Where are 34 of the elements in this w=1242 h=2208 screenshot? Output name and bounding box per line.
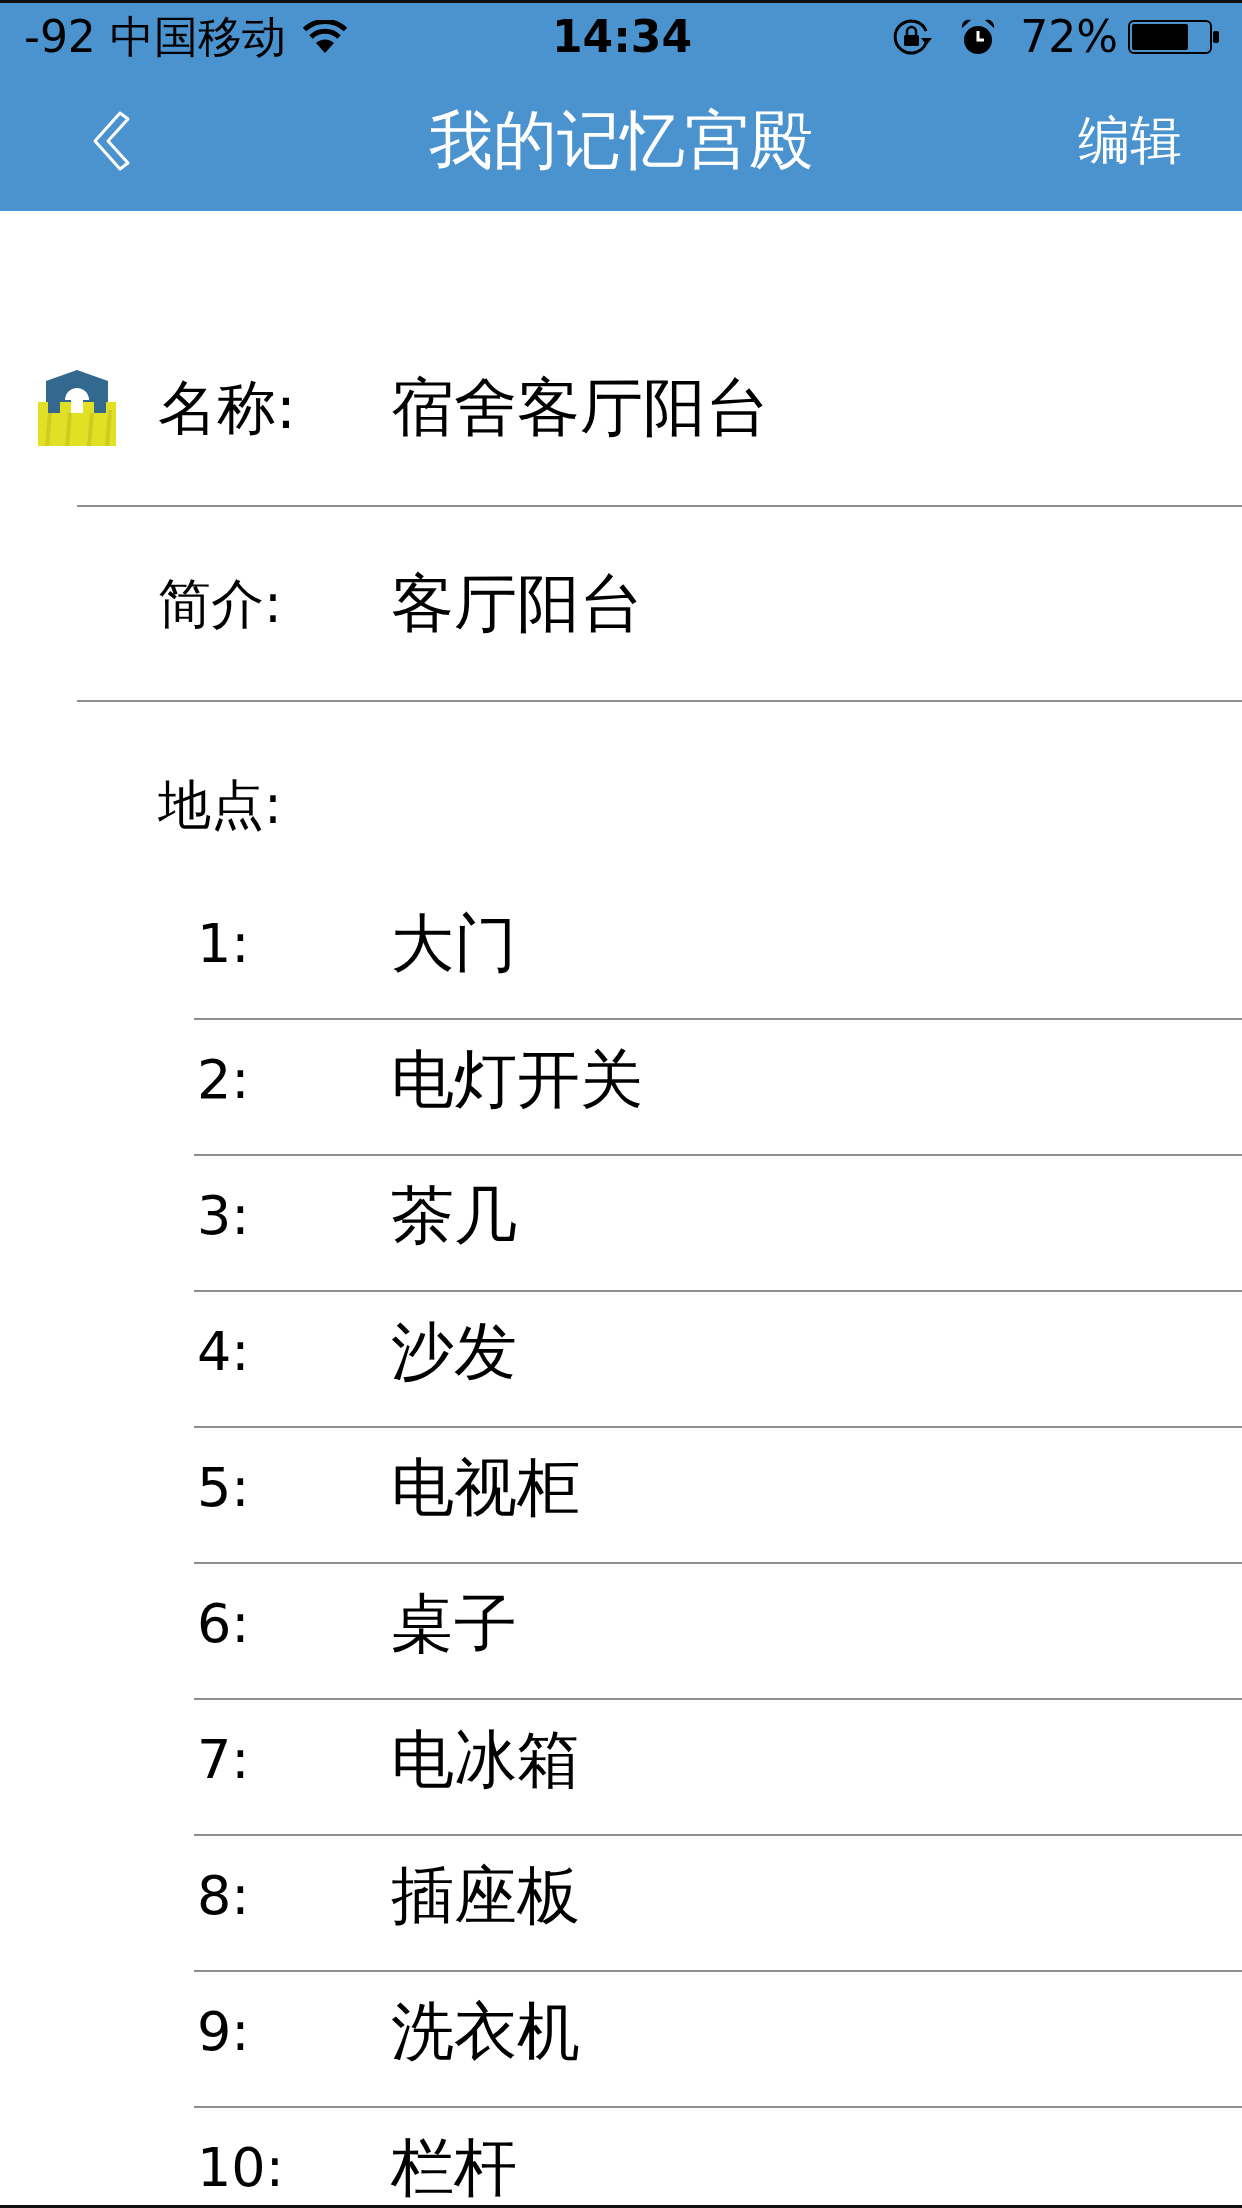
place-number: 9:	[196, 1999, 251, 2065]
field-value: 客厅阳台	[391, 565, 643, 642]
clock-time: 14:34	[551, 10, 693, 62]
place-name: 洗衣机	[391, 1994, 580, 2070]
page-title: 我的记忆宫殿	[429, 102, 813, 179]
field-label: 名称:	[158, 372, 297, 444]
battery-percent: 72%	[1020, 14, 1118, 59]
field-value: 宿舍客厅阳台	[391, 370, 769, 446]
castle-icon	[38, 370, 116, 446]
place-name: 电冰箱	[391, 1722, 580, 1798]
place-number: 1:	[196, 911, 251, 977]
place-name: 大门	[391, 906, 517, 982]
place-number: 7:	[196, 1727, 251, 1793]
field-label: 简介:	[158, 571, 283, 636]
carrier-text: -92 中国移动	[24, 14, 286, 59]
battery-icon	[1128, 19, 1220, 54]
place-name: 电灯开关	[391, 1042, 643, 1118]
wifi-icon	[301, 19, 348, 54]
place-number: 3:	[196, 1183, 251, 1249]
place-name: 桌子	[391, 1586, 517, 1662]
edit-button[interactable]: 编辑	[1078, 109, 1182, 172]
place-name: 插座板	[391, 1858, 580, 1934]
section-label: 地点:	[158, 773, 282, 837]
place-number: 8:	[196, 1863, 251, 1929]
place-number: 4:	[196, 1319, 251, 1385]
alarm-clock-icon	[960, 17, 997, 56]
place-number: 10:	[196, 2135, 285, 2201]
place-name: 栏杆	[391, 2130, 517, 2205]
place-number: 2:	[196, 1047, 251, 1113]
place-name: 茶几	[391, 1178, 517, 1254]
place-number: 5:	[196, 1455, 251, 1521]
place-name: 沙发	[391, 1314, 517, 1390]
place-number: 6:	[196, 1591, 251, 1657]
place-name: 电视柜	[391, 1450, 580, 1526]
